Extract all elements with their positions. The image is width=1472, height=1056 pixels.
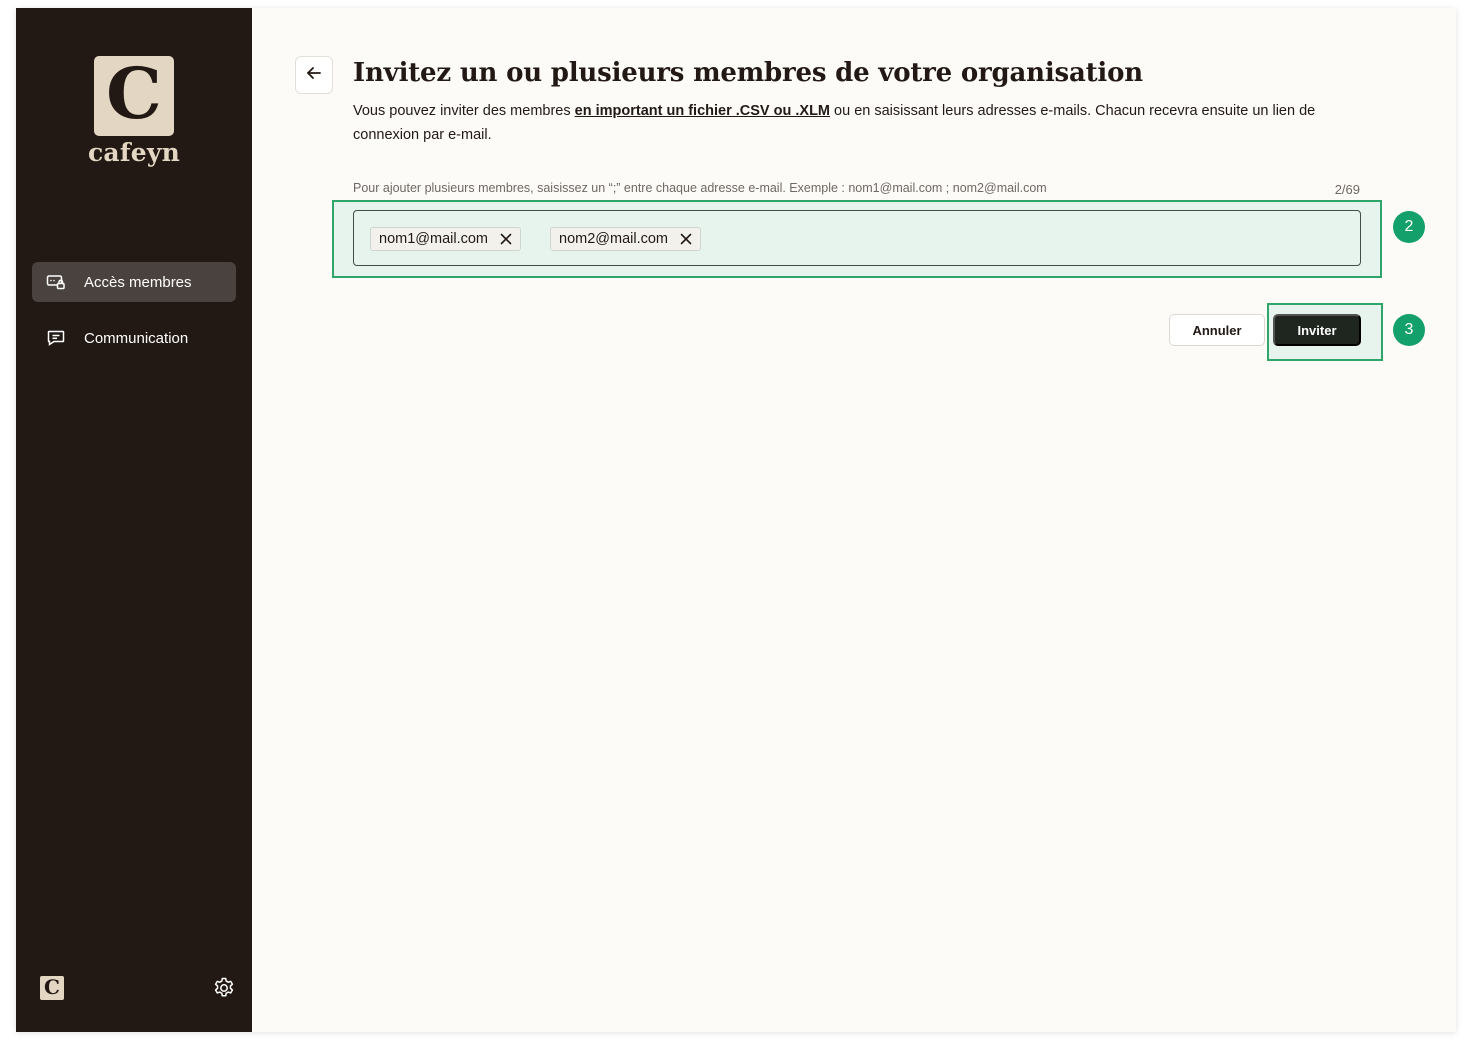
close-icon[interactable] bbox=[500, 233, 512, 245]
brand-logo[interactable]: C bbox=[94, 56, 174, 136]
step-badge-2: 2 bbox=[1393, 211, 1425, 243]
member-access-icon bbox=[46, 272, 66, 292]
close-icon[interactable] bbox=[680, 233, 692, 245]
sidebar-item-label: Communication bbox=[84, 329, 189, 347]
email-chip: nom1@mail.com bbox=[370, 227, 521, 251]
email-chip: nom2@mail.com bbox=[550, 227, 701, 251]
gear-icon[interactable] bbox=[212, 976, 236, 1000]
message-icon bbox=[46, 328, 66, 348]
app-window: C cafeyn Accès membres Communication C I… bbox=[16, 8, 1456, 1032]
cancel-button[interactable]: Annuler bbox=[1169, 314, 1265, 346]
email-tags-input[interactable]: nom1@mail.com nom2@mail.com bbox=[353, 210, 1361, 266]
sidebar-item-member-access[interactable]: Accès membres bbox=[32, 262, 236, 302]
sidebar-item-label: Accès membres bbox=[84, 273, 192, 291]
invite-button[interactable]: Inviter bbox=[1273, 314, 1361, 346]
sidebar-item-communication[interactable]: Communication bbox=[32, 318, 236, 358]
description-text: Vous pouvez inviter des membres bbox=[353, 103, 575, 119]
chip-label: nom2@mail.com bbox=[559, 231, 668, 247]
mini-logo[interactable]: C bbox=[40, 976, 64, 1000]
page-title: Invitez un ou plusieurs membres de votre… bbox=[353, 58, 1143, 88]
page-description: Vous pouvez inviter des membres en impor… bbox=[353, 99, 1343, 147]
mini-logo-letter: C bbox=[44, 975, 60, 999]
input-hint: Pour ajouter plusieurs membres, saisisse… bbox=[353, 181, 1047, 195]
back-button[interactable] bbox=[295, 56, 333, 94]
step-badge-3: 3 bbox=[1393, 314, 1425, 346]
import-file-link[interactable]: en important un fichier .CSV ou .XLM bbox=[575, 103, 830, 119]
member-counter: 2/69 bbox=[1334, 182, 1360, 197]
arrow-left-icon bbox=[305, 64, 323, 87]
brand-name: cafeyn bbox=[88, 138, 180, 167]
logo-letter: C bbox=[106, 52, 162, 135]
chip-label: nom1@mail.com bbox=[379, 231, 488, 247]
sidebar: C cafeyn Accès membres Communication C bbox=[16, 8, 252, 1032]
